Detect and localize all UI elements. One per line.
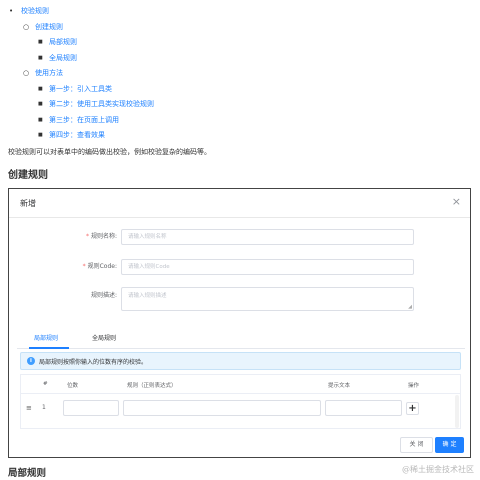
column-header-index: # bbox=[43, 381, 48, 387]
toc-item-usage: ○ 使用方法 bbox=[8, 66, 478, 82]
table-of-contents: • 校验规则 ○ 创建规则 ■ 局部规则 ■ 全局规则 ○ 使用方法 ■ 第一步：引入工具类… bbox=[8, 4, 478, 144]
toc-item-step-2: ■ 第二步：使用工具类实现校验规则 bbox=[8, 97, 478, 113]
active-tab-indicator bbox=[29, 347, 69, 349]
bullet-icon: ○ bbox=[23, 22, 30, 31]
toc-item-local-rule: ■ 局部规则 bbox=[8, 35, 478, 51]
bullet-icon: ■ bbox=[38, 132, 43, 138]
local-rule-heading: 局部规则 bbox=[8, 468, 47, 479]
add-row-button[interactable]: + bbox=[406, 402, 419, 415]
resize-handle-icon[interactable]: ◢ bbox=[408, 304, 412, 310]
toc-item-root: • 校验规则 bbox=[8, 4, 478, 20]
rule-name-input[interactable] bbox=[121, 229, 414, 245]
tab-local-rule[interactable]: 局部规则 bbox=[34, 333, 58, 342]
column-header-regex: 规则（正则表达式） bbox=[127, 383, 177, 389]
toc-link-create[interactable]: 创建规则 bbox=[35, 23, 63, 31]
rule-name-label-text: 规则名称: bbox=[90, 233, 117, 240]
rule-description-row: 规则描述: ◢ bbox=[9, 287, 470, 311]
tab-global-rule[interactable]: 全局规则 bbox=[92, 333, 116, 342]
table-scrollbar[interactable] bbox=[455, 395, 459, 428]
rule-table: # 位数 规则（正则表达式） 提示文本 操作 ≡ 1 + bbox=[20, 374, 461, 429]
info-icon: i bbox=[27, 357, 35, 365]
bullet-icon: ■ bbox=[38, 54, 43, 61]
rule-type-tabs: 局部规则 全局规则 bbox=[17, 327, 465, 349]
rule-description-label: 规则描述: bbox=[90, 292, 117, 299]
header-divider bbox=[21, 393, 460, 394]
rule-code-row: * 规则Code: bbox=[9, 259, 470, 275]
toc-link-local-rule[interactable]: 局部规则 bbox=[49, 38, 77, 46]
bullet-icon: ■ bbox=[38, 39, 43, 45]
column-header-actions: 操作 bbox=[408, 383, 420, 389]
toc-link-step-3[interactable]: 第三步：在页面上调用 bbox=[49, 116, 119, 124]
required-asterisk: * bbox=[85, 233, 89, 240]
toc-link-step-2[interactable]: 第二步：使用工具类实现校验规则 bbox=[49, 100, 154, 108]
toc-item-step-1: ■ 第一步：引入工具类 bbox=[8, 82, 478, 98]
close-icon[interactable]: × bbox=[452, 195, 461, 208]
toc-item-create: ○ 创建规则 bbox=[8, 20, 478, 36]
rule-name-row: * 规则名称: bbox=[9, 229, 470, 245]
dialog-header: 新增 × bbox=[9, 189, 470, 218]
regex-input[interactable] bbox=[123, 400, 321, 416]
rule-code-label: * 规则Code: bbox=[83, 259, 117, 275]
toc-item-step-4: ■ 第四步：查看效果 bbox=[8, 128, 478, 144]
toc-item-global-rule: ■ 全局规则 bbox=[8, 51, 478, 67]
bullet-icon: ■ bbox=[38, 85, 43, 92]
toc-link-usage[interactable]: 使用方法 bbox=[35, 69, 63, 77]
column-header-digits: 位数 bbox=[67, 383, 79, 389]
rule-description-textarea[interactable] bbox=[121, 287, 414, 311]
bullet-icon: ○ bbox=[23, 69, 30, 77]
info-alert: i 局部规则按照你输入的位数有序的校验。 bbox=[20, 352, 461, 370]
toc-link-step-4[interactable]: 第四步：查看效果 bbox=[49, 131, 105, 139]
digits-input[interactable] bbox=[63, 400, 119, 416]
column-header-hint: 提示文本 bbox=[328, 383, 351, 389]
watermark: @稀土掘金技术社区 bbox=[402, 465, 474, 474]
add-rule-dialog: 新增 × *规则名称: *规则Code: 规则描述: ◢ 局部规则 全局规则 i… bbox=[8, 188, 471, 458]
rule-code-input[interactable] bbox=[121, 259, 414, 275]
alert-text: 局部规则按照你输入的位数有序的校验。 bbox=[39, 359, 148, 366]
confirm-button[interactable]: 确 定 bbox=[435, 437, 464, 453]
toc-link-global-rule[interactable]: 全局规则 bbox=[49, 54, 77, 62]
bullet-icon: ■ bbox=[38, 116, 43, 123]
required-asterisk: * bbox=[82, 263, 86, 270]
hint-text-input[interactable] bbox=[325, 400, 402, 416]
rule-code-label-text: 规则Code: bbox=[87, 263, 117, 270]
close-button[interactable]: 关 闭 bbox=[400, 437, 433, 453]
bullet-icon: • bbox=[9, 7, 14, 15]
row-index: 1 bbox=[42, 404, 46, 411]
toc-link-root[interactable]: 校验规则 bbox=[21, 7, 49, 15]
toc-item-step-3: ■ 第三步：在页面上调用 bbox=[8, 113, 478, 129]
rule-name-label: * 规则名称: bbox=[86, 229, 117, 245]
bullet-icon: ■ bbox=[38, 101, 43, 107]
toc-link-step-1[interactable]: 第一步：引入工具类 bbox=[49, 85, 112, 93]
drag-handle-icon[interactable]: ≡ bbox=[26, 404, 32, 412]
section-heading: 创建规则 bbox=[8, 170, 48, 181]
dialog-title: 新增 bbox=[20, 199, 36, 208]
description-text: 校验规则可以对表单中的编码做出校验，例如校验复杂的编码等。 bbox=[8, 148, 211, 156]
